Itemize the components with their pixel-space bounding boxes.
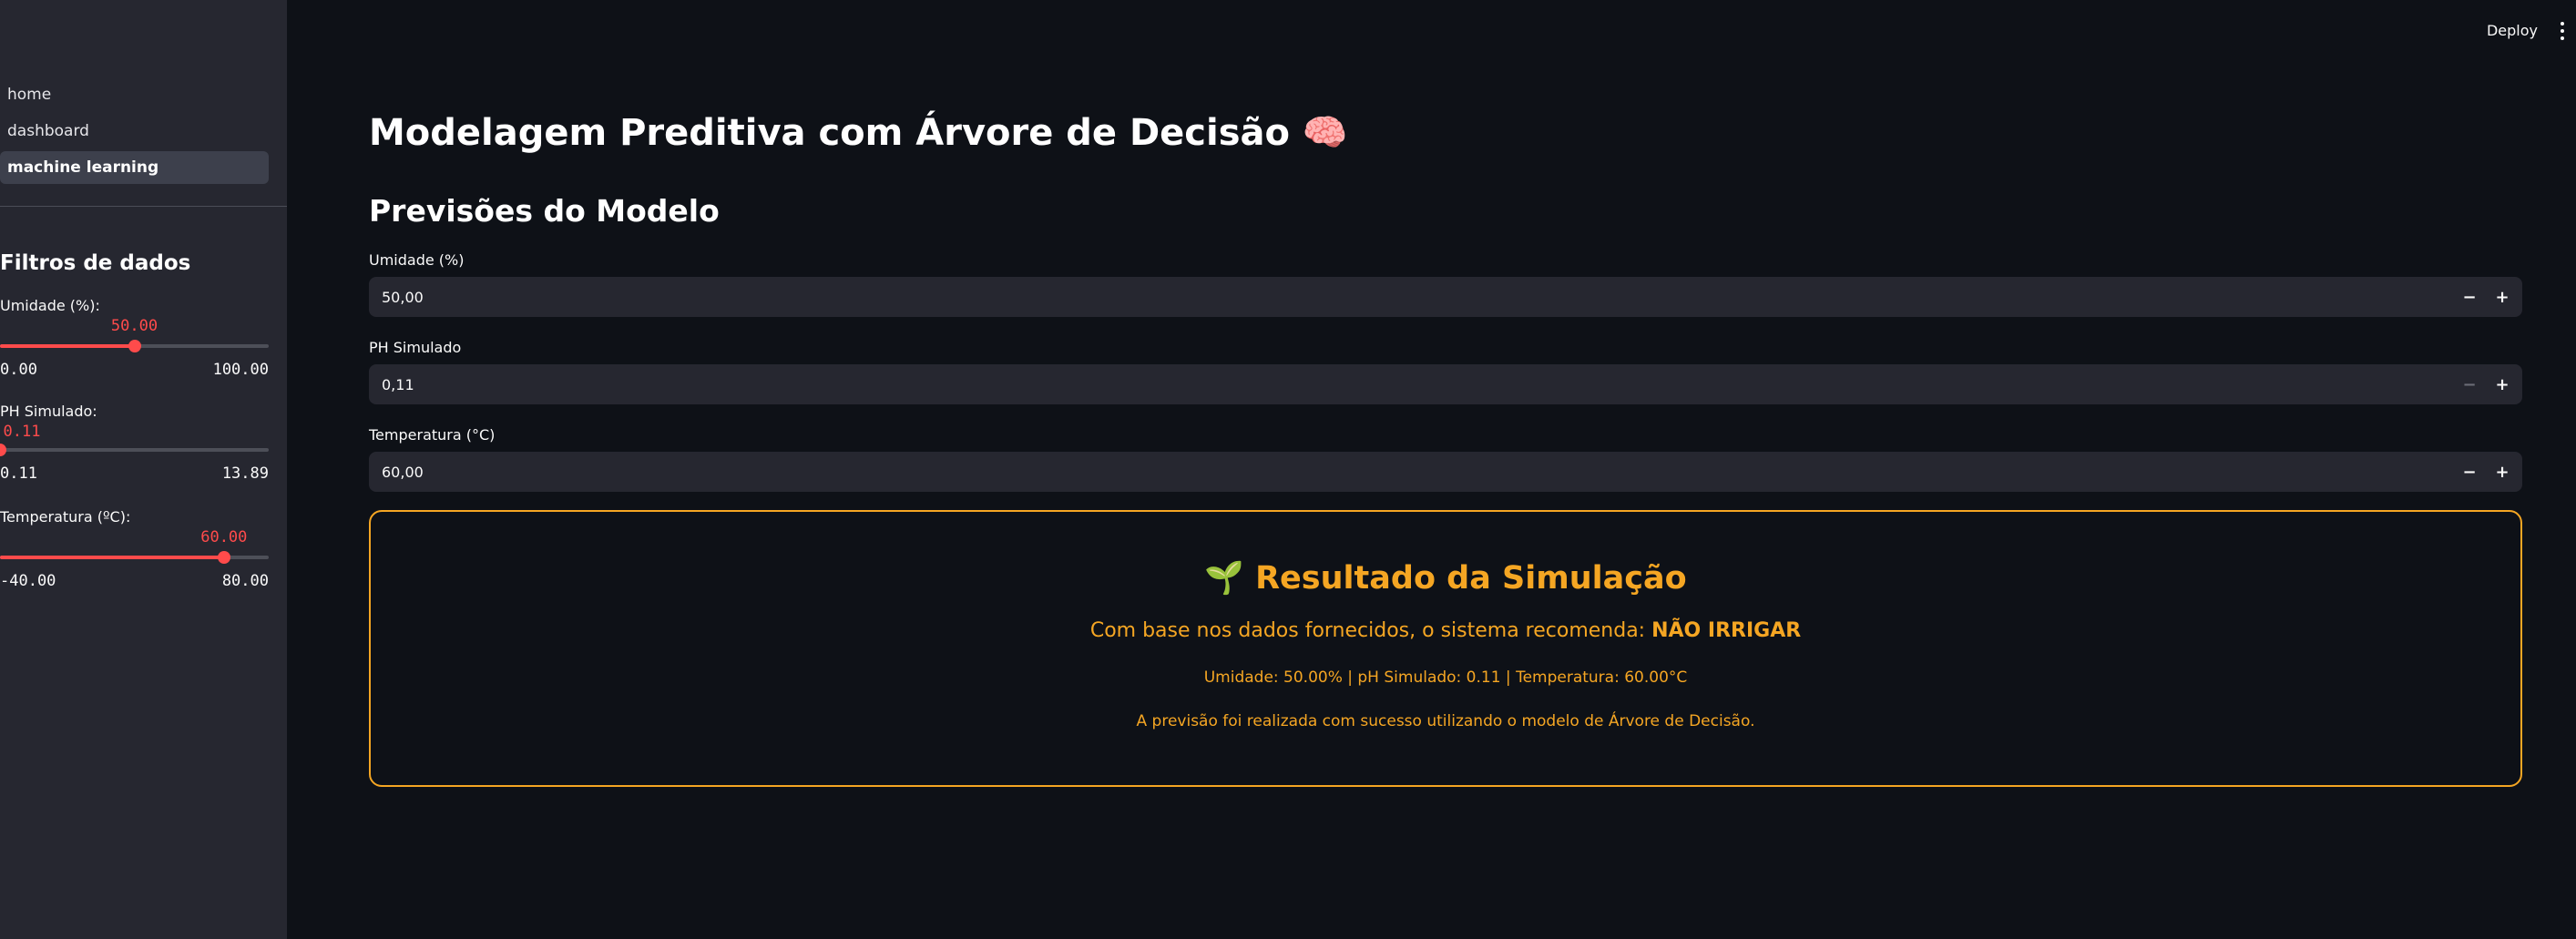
slider-fill [0, 556, 224, 559]
recommendation-value: NÃO IRRIGAR [1651, 619, 1802, 642]
sidebar: home dashboard machine learning Filtros … [0, 0, 287, 939]
sidebar-divider [0, 206, 287, 207]
result-panel: 🌱 Resultado da Simulação Com base nos da… [369, 510, 2522, 787]
page-subtitle: Previsões do Modelo [369, 193, 720, 229]
slider-label: Temperatura (ºC): [0, 508, 131, 526]
page-title: Modelagem Preditiva com Árvore de Decisã… [369, 112, 1348, 154]
slider-track[interactable] [0, 444, 269, 456]
increment-button[interactable]: + [2488, 370, 2517, 399]
sidebar-nav: home dashboard machine learning [0, 78, 269, 188]
decrement-button[interactable]: − [2455, 282, 2484, 311]
field-label: Umidade (%) [369, 251, 465, 269]
nav-item-home[interactable]: home [0, 78, 269, 111]
slider-max: 100.00 [212, 361, 269, 379]
number-input-box: − + [369, 452, 2522, 492]
slider-value: 60.00 [200, 528, 248, 546]
slider-label: PH Simulado: [0, 403, 97, 420]
filters-title: Filtros de dados [0, 251, 191, 275]
result-title: 🌱 Resultado da Simulação [1204, 560, 1687, 597]
slider-track[interactable] [0, 340, 269, 352]
slider-thumb[interactable] [217, 551, 230, 564]
slider-track[interactable] [0, 551, 269, 564]
decrement-button[interactable]: − [2455, 457, 2484, 486]
slider-min: -40.00 [0, 572, 56, 590]
deploy-button[interactable]: Deploy [2487, 22, 2538, 39]
ph-input[interactable] [382, 364, 2386, 404]
slider-min: 0.00 [0, 361, 37, 379]
nav-item-dashboard[interactable]: dashboard [0, 115, 269, 148]
slider-max: 80.00 [221, 572, 269, 590]
result-metrics: Umidade: 50.00% | pH Simulado: 0.11 | Te… [1203, 669, 1688, 687]
number-input-box: − + [369, 277, 2522, 317]
field-label: Temperatura (°C) [369, 426, 496, 444]
slider-max: 13.89 [221, 464, 269, 483]
slider-ph: PH Simulado: 0.11 0.11 13.89 [0, 403, 269, 503]
increment-button[interactable]: + [2488, 457, 2517, 486]
slider-temperatura: Temperatura (ºC): 60.00 -40.00 80.00 [0, 508, 269, 608]
slider-thumb[interactable] [128, 340, 141, 352]
slider-min: 0.11 [0, 464, 37, 483]
recommend-prefix: Com base nos dados fornecidos, o sistema… [1089, 619, 1652, 642]
slider-label: Umidade (%): [0, 297, 100, 314]
slider-value: 0.11 [3, 423, 41, 441]
result-note: A previsão foi realizada com sucesso uti… [1136, 712, 1755, 730]
slider-fill [0, 344, 135, 348]
nav-item-machine-learning[interactable]: machine learning [0, 151, 269, 184]
slider-thumb[interactable] [0, 444, 6, 456]
result-recommendation-line: Com base nos dados fornecidos, o sistema… [371, 619, 2520, 642]
field-label: PH Simulado [369, 339, 462, 356]
slider-value: 50.00 [110, 317, 158, 335]
umidade-input[interactable] [382, 277, 2386, 317]
increment-button[interactable]: + [2488, 282, 2517, 311]
slider-umidade: Umidade (%): 50.00 0.00 100.00 [0, 297, 269, 397]
temperatura-input[interactable] [382, 452, 2386, 492]
decrement-button[interactable]: − [2455, 370, 2484, 399]
number-input-box: − + [369, 364, 2522, 404]
more-vertical-icon[interactable] [2558, 22, 2567, 40]
